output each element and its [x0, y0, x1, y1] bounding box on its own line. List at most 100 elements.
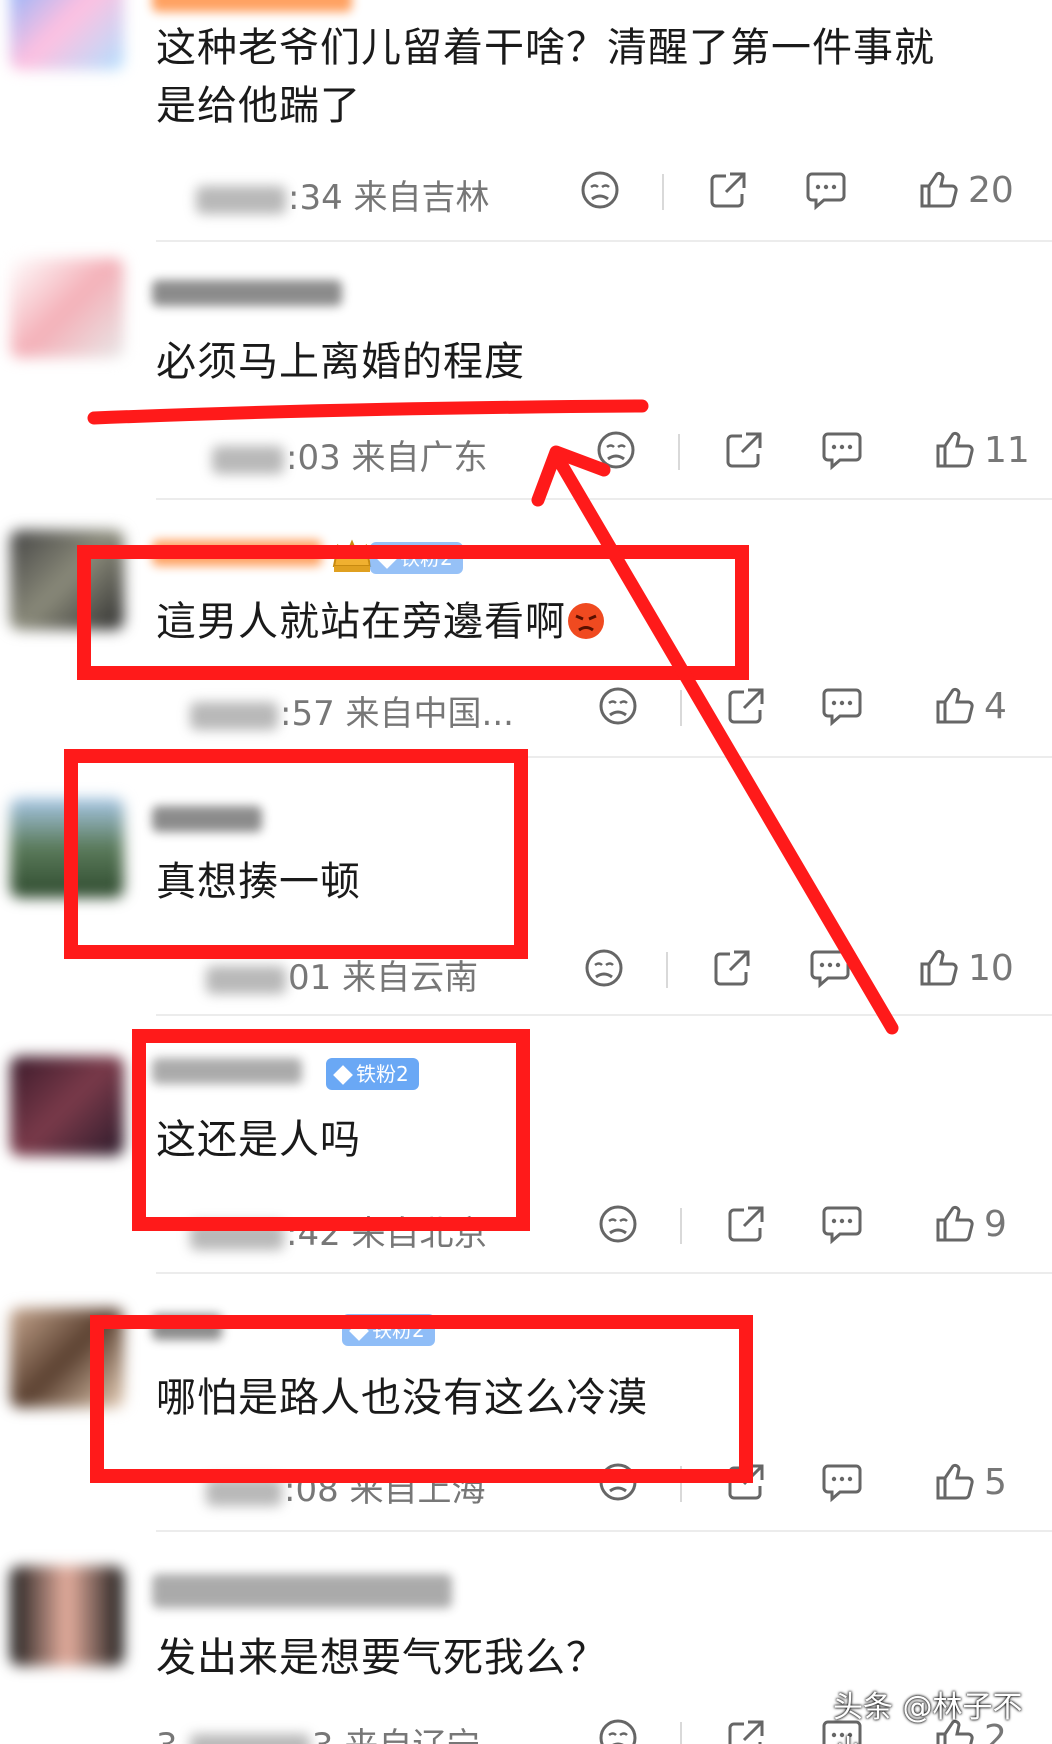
like-button[interactable]: 5	[932, 1460, 1007, 1504]
avatar[interactable]	[10, 0, 124, 70]
comment-actions: 11	[586, 428, 1052, 476]
dislike-button[interactable]	[582, 946, 626, 990]
username[interactable]	[152, 1314, 222, 1340]
comment-time: :42	[286, 1214, 341, 1254]
share-button[interactable]	[724, 1460, 768, 1504]
comment-meta: :03 来自广东	[212, 430, 488, 479]
dislike-icon	[599, 1463, 637, 1501]
username[interactable]	[152, 540, 322, 566]
divider	[680, 1722, 682, 1744]
avatar[interactable]	[10, 1308, 124, 1408]
username[interactable]	[152, 0, 352, 12]
dislike-icon	[599, 1719, 637, 1744]
fan-badge-label: 铁粉2	[400, 546, 453, 570]
comment-text: 发出来是想要气死我么？	[156, 1635, 607, 1681]
comment-divider	[156, 756, 1052, 758]
comment-divider	[156, 1272, 1052, 1274]
comment-meta: :57 来自中国...	[190, 686, 514, 735]
reply-button[interactable]	[820, 1460, 864, 1504]
crown-icon	[332, 539, 372, 572]
username[interactable]	[152, 806, 262, 832]
time-blurred	[189, 1733, 310, 1744]
dislike-button[interactable]	[596, 1202, 640, 1246]
comment-time: :57	[280, 694, 335, 734]
like-count: 10	[968, 947, 1014, 989]
share-button[interactable]	[724, 1202, 768, 1246]
dislike-icon	[585, 949, 623, 987]
like-button[interactable]: 11	[932, 428, 1030, 472]
like-count: 4	[984, 685, 1007, 727]
share-icon	[710, 172, 746, 208]
comment-meta: :34 来自吉林	[196, 170, 490, 219]
dislike-button[interactable]	[578, 168, 622, 212]
reply-button[interactable]	[820, 684, 864, 728]
comment-time: :34	[288, 178, 343, 218]
dislike-button[interactable]	[594, 428, 638, 472]
annotation-arrow-shaft	[553, 455, 899, 1035]
comment-divider	[156, 1530, 1052, 1532]
dislike-button[interactable]	[596, 1716, 640, 1744]
comment-location: 来自中国...	[345, 694, 514, 734]
like-button[interactable]: 10	[916, 946, 1014, 990]
comment-time: :08	[284, 1470, 339, 1510]
comment-text-line2: 是给他踹了	[156, 83, 361, 129]
dislike-button[interactable]	[596, 1460, 640, 1504]
diamond-icon	[377, 549, 397, 569]
diamond-icon	[333, 1065, 353, 1085]
username[interactable]	[152, 1058, 302, 1084]
username[interactable]	[152, 280, 342, 306]
avatar[interactable]	[10, 258, 124, 358]
share-icon	[728, 1464, 764, 1500]
reply-button[interactable]	[808, 946, 852, 990]
comment-text: 真想揍一顿	[156, 859, 361, 905]
share-button[interactable]	[724, 684, 768, 728]
comment-time: 3	[312, 1726, 334, 1744]
like-icon	[920, 949, 958, 986]
comment-time: 01	[288, 958, 332, 998]
like-button[interactable]: 4	[932, 684, 1007, 728]
divider	[662, 174, 664, 210]
reply-button[interactable]	[804, 168, 848, 212]
comment-text: 哪怕是路人也没有这么冷漠	[156, 1375, 648, 1421]
fan-badge: 铁粉2	[370, 542, 463, 574]
comment-time-prefix: 3-	[156, 1726, 190, 1744]
time-blurred	[190, 1221, 284, 1250]
time-blurred	[190, 701, 278, 730]
share-button[interactable]	[706, 168, 750, 212]
divider	[678, 434, 680, 470]
time-blurred	[196, 185, 286, 214]
comment-icon	[822, 1464, 862, 1503]
avatar[interactable]	[10, 798, 124, 898]
fan-badge-label: 铁粉2	[372, 1318, 425, 1342]
dislike-button[interactable]	[596, 684, 640, 728]
reply-button[interactable]	[820, 428, 864, 472]
comment-location: 来自辽宁	[344, 1726, 480, 1744]
avatar[interactable]	[10, 530, 124, 630]
comment-text: 这种老爷们儿留着干啥？清醒了第一件事就	[156, 25, 935, 71]
username[interactable]	[152, 1574, 452, 1608]
share-button[interactable]	[724, 1716, 768, 1744]
fan-badge: 铁粉2	[342, 1314, 435, 1346]
dislike-icon	[599, 1205, 637, 1243]
fan-badge-label: 铁粉2	[356, 1062, 409, 1086]
comment-location: 来自广东	[351, 438, 488, 478]
share-icon	[714, 950, 750, 986]
comment-divider	[156, 1014, 1052, 1016]
avatar[interactable]	[10, 1566, 124, 1666]
reply-button[interactable]	[820, 1202, 864, 1246]
comment-icon	[822, 432, 862, 471]
like-button[interactable]: 9	[932, 1202, 1007, 1246]
comment-meta: 3- 3 来自辽宁	[156, 1718, 480, 1744]
divider	[666, 952, 668, 988]
like-count: 20	[968, 169, 1014, 211]
comment-meta: :42 来自北京	[190, 1206, 488, 1255]
divider	[680, 690, 682, 726]
share-button[interactable]	[722, 428, 766, 472]
comment-actions: 9	[576, 1202, 1046, 1250]
like-count: 11	[984, 429, 1030, 471]
like-count: 9	[984, 1203, 1007, 1245]
share-button[interactable]	[710, 946, 754, 990]
avatar[interactable]	[10, 1056, 124, 1156]
like-button[interactable]: 20	[916, 168, 1014, 212]
comment-text: 必须马上离婚的程度	[156, 339, 525, 385]
